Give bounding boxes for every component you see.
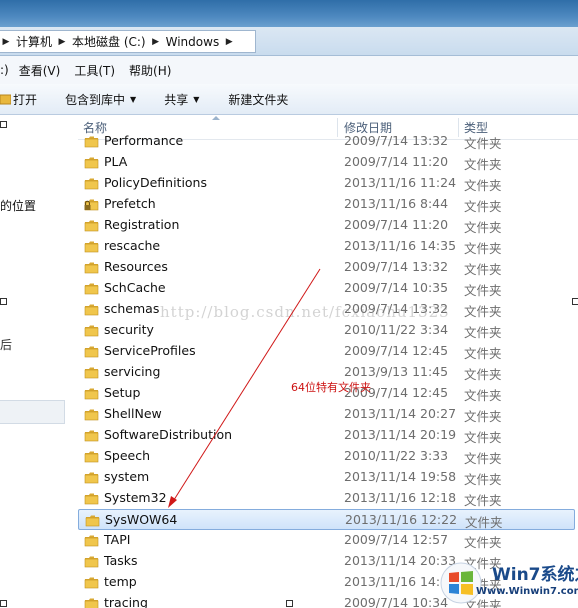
nav-item-partial[interactable]: 后 [0,336,12,353]
annotation-arrow [168,268,321,508]
nav-item-selected[interactable] [0,400,65,424]
include-in-library-label: 包含到库中 [65,92,126,107]
crop-handle [572,298,578,305]
menu-item-view[interactable]: 查看(V) [19,62,61,79]
crop-handle [0,600,7,607]
breadcrumb-segment[interactable]: ▶ 本地磁盘 (C:) [56,31,150,52]
menu-item-help[interactable]: 帮助(H) [129,62,171,79]
window-title-bar [0,0,578,27]
site-url: Www.Winwin7.com [476,586,578,597]
breadcrumb[interactable]: ▶ 计算机 ▶ 本地磁盘 (C:) ▶ Windows ▶ [0,30,256,53]
crop-handle [0,298,7,305]
chevron-right-icon[interactable]: ▶ [56,37,68,47]
windows-logo-icon [440,562,482,604]
breadcrumb-segment[interactable]: ▶ 计算机 [0,31,56,52]
open-button-label: 打开 [13,92,38,107]
nav-item-recent-places[interactable]: 的位置 [0,197,36,214]
menu-bar: :) 查看(V) 工具(T) 帮助(H) [0,56,578,85]
new-folder-label: 新建文件夹 [228,92,289,107]
open-folder-icon [0,94,11,105]
breadcrumb-windows[interactable]: Windows [162,35,224,49]
site-logo: Win7系统之家 Www.Winwin7.com [436,558,578,608]
file-list-pane[interactable]: 名称 修改日期 类型 Performance 2009/7/14 13:32 文件夹… [68,115,578,608]
site-brand: Win7系统之家 [492,565,578,585]
crop-handle [286,600,293,607]
include-in-library-button[interactable]: 包含到库中 ▼ [65,91,136,108]
crop-handle [0,121,7,128]
address-bar: ▶ 计算机 ▶ 本地磁盘 (C:) ▶ Windows ▶ [0,27,578,56]
breadcrumb-segment[interactable]: ▶ [223,31,235,52]
menu-item-edit-partial[interactable]: :) [0,63,9,77]
command-bar: 打开 包含到库中 ▼ 共享 ▼ 新建文件夹 [0,84,578,115]
breadcrumb-segment[interactable]: ▶ Windows [150,31,224,52]
new-folder-button[interactable]: 新建文件夹 [228,91,288,108]
breadcrumb-local-disk[interactable]: 本地磁盘 (C:) [68,33,150,50]
navigation-pane[interactable]: 的位置 后 [0,115,69,608]
dropdown-arrow-icon: ▼ [130,94,137,104]
chevron-right-icon[interactable]: ▶ [0,37,12,47]
chevron-right-icon[interactable]: ▶ [150,37,162,47]
menu-item-tools[interactable]: 工具(T) [74,62,115,79]
breadcrumb-computer[interactable]: 计算机 [12,33,56,50]
share-button[interactable]: 共享 ▼ [164,91,199,108]
dropdown-arrow-icon: ▼ [193,94,200,104]
share-label: 共享 [164,92,189,107]
annotation-label: 64位特有文件夹 [291,381,371,394]
open-button[interactable]: 打开 [0,91,37,108]
chevron-right-icon[interactable]: ▶ [223,37,235,47]
